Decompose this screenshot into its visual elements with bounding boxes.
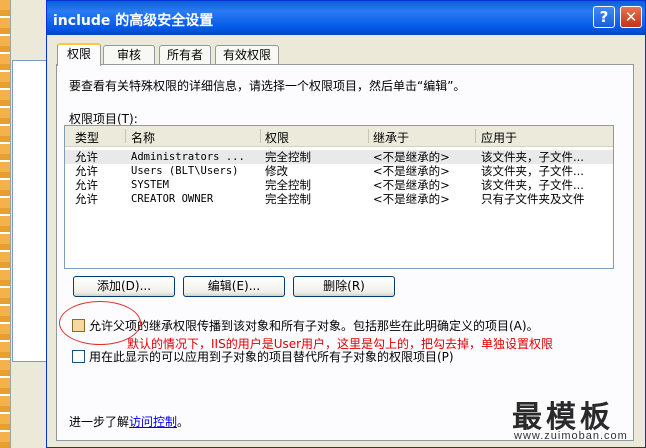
title-bar[interactable]: include 的高级安全设置 ? ✕ (47, 1, 645, 35)
list-header: 类型 名称 权限 继承于 应用于 (65, 126, 613, 147)
table-row[interactable]: 允许 CREATOR OWNER 完全控制 <不是继承的> 只有子文件夹及文件 (65, 192, 613, 206)
intro-text: 要查看有关特殊权限的详细信息，请选择一个权限项目，然后单击“编辑”。 (69, 79, 466, 93)
learn-more-footer: 进一步了解访问控制。 (69, 413, 189, 430)
inherit-permissions-label[interactable]: 允许父项的继承权限传播到该对象和所有子对象。包括那些在此明确定义的项目(A)。 (89, 317, 539, 334)
add-button[interactable]: 添加(D)... (73, 276, 175, 297)
row-apply-to: 该文件夹，子文件... (481, 164, 584, 178)
row-permission: 完全控制 (265, 150, 311, 164)
window-title: include 的高级安全设置 (53, 13, 214, 29)
column-header-name[interactable]: 名称 (131, 129, 155, 146)
row-name: CREATOR OWNER (131, 193, 214, 205)
row-permission: 完全控制 (265, 178, 311, 192)
row-apply-to: 只有子文件夹及文件 (481, 192, 585, 206)
permission-entries-list[interactable]: 类型 名称 权限 继承于 应用于 允许 Administrators ... 完… (64, 125, 614, 269)
background-window-scroll-strip (0, 0, 11, 448)
row-inherited-from: <不是继承的> (373, 192, 450, 206)
row-name: Users (BLT\Users) (131, 165, 239, 177)
column-header-type[interactable]: 类型 (75, 129, 99, 146)
row-type: 允许 (75, 164, 98, 178)
close-button[interactable]: ✕ (620, 6, 642, 28)
column-header-permission[interactable]: 权限 (265, 129, 289, 146)
replace-child-permissions-checkbox[interactable] (72, 350, 85, 363)
row-inherited-from: <不是继承的> (373, 164, 450, 178)
watermark-url: www.zuimoban.com (514, 430, 628, 442)
row-permission: 修改 (265, 164, 288, 178)
help-button[interactable]: ? (593, 6, 615, 28)
row-apply-to: 该文件夹，子文件... (481, 150, 584, 164)
red-highlight-ellipse (59, 301, 141, 345)
row-apply-to: 该文件夹，子文件... (481, 178, 584, 192)
access-control-link[interactable]: 访问控制 (129, 415, 177, 429)
table-row[interactable]: 允许 Administrators ... 完全控制 <不是继承的> 该文件夹，… (65, 150, 613, 164)
row-inherited-from: <不是继承的> (373, 178, 450, 192)
row-permission: 完全控制 (265, 192, 311, 206)
advanced-security-dialog: include 的高级安全设置 ? ✕ 权限 审核 所有者 有效权限 要查看有关… (46, 0, 646, 448)
row-name: SYSTEM (131, 179, 169, 191)
row-type: 允许 (75, 150, 98, 164)
column-header-apply-to[interactable]: 应用于 (481, 129, 517, 146)
row-type: 允许 (75, 192, 98, 206)
row-inherited-from: <不是继承的> (373, 150, 450, 164)
tab-auditing[interactable]: 审核 (103, 45, 155, 64)
tab-effective-permissions[interactable]: 有效权限 (215, 45, 279, 64)
row-name: Administrators ... (131, 151, 245, 163)
column-header-inherited-from[interactable]: 继承于 (373, 129, 409, 146)
row-type: 允许 (75, 178, 98, 192)
tab-owner[interactable]: 所有者 (159, 45, 211, 64)
tab-permissions[interactable]: 权限 (57, 43, 101, 66)
learn-more-prefix: 进一步了解 (69, 415, 130, 429)
learn-more-suffix: 。 (177, 415, 190, 429)
table-row[interactable]: 允许 SYSTEM 完全控制 <不是继承的> 该文件夹，子文件... (65, 178, 613, 192)
table-row[interactable]: 允许 Users (BLT\Users) 修改 <不是继承的> 该文件夹，子文件… (65, 164, 613, 178)
edit-button[interactable]: 编辑(E)... (183, 276, 285, 297)
replace-child-permissions-label[interactable]: 用在此显示的可以应用到子对象的项目替代所有子对象的权限项目(P) (89, 348, 454, 365)
remove-button[interactable]: 删除(R) (293, 276, 395, 297)
background-window-panel (12, 60, 50, 362)
